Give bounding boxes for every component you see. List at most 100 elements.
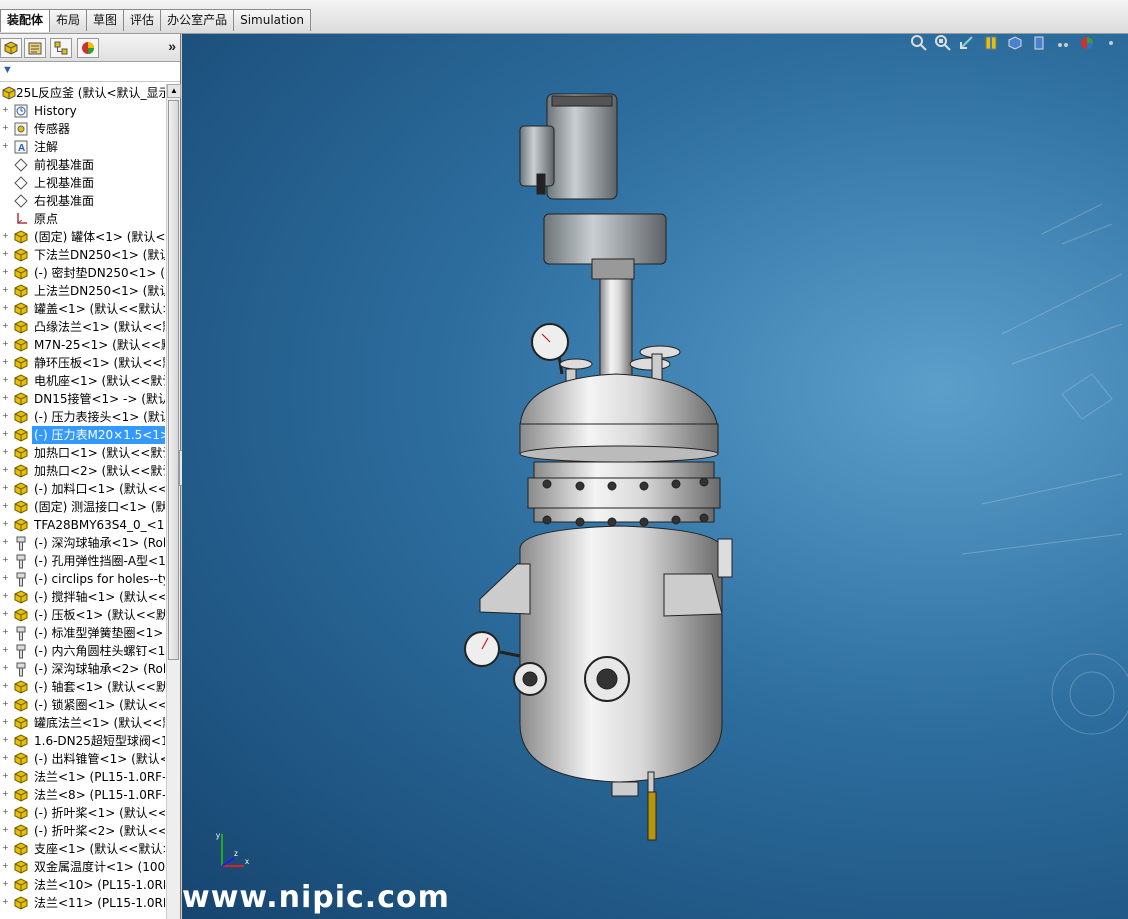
tree-item[interactable]: + 电机座<1> (默认<<默认 <box>0 372 165 390</box>
expand-toggle[interactable]: + <box>2 232 9 240</box>
expand-toggle[interactable]: + <box>2 538 9 546</box>
tree-item[interactable]: + (-) 折叶桨<2> (默认<<默 <box>0 822 165 840</box>
tree-item[interactable]: + A 注解 <box>0 138 165 156</box>
expand-toggle[interactable]: + <box>2 646 9 654</box>
scroll-up-button[interactable]: ▲ <box>167 84 181 98</box>
expand-toggle[interactable]: + <box>2 628 9 636</box>
tree-item[interactable]: 右视基准面 <box>0 192 165 210</box>
tree-item[interactable]: + (-) 搅拌轴<1> (默认<<默 <box>0 588 165 606</box>
tree-item[interactable]: + 罐盖<1> (默认<<默认> <box>0 300 165 318</box>
tree-item[interactable]: + 法兰<1> (PL15-1.0RF- <box>0 768 165 786</box>
reactor-model[interactable] <box>182 34 1128 919</box>
tree-item[interactable]: + (-) 压力表接头<1> (默认 <box>0 408 165 426</box>
feature-tree-tab[interactable] <box>0 38 22 58</box>
tree-item[interactable]: + (-) 深沟球轴承<2> (Roll <box>0 660 165 678</box>
tree-item[interactable]: 前视基准面 <box>0 156 165 174</box>
expand-toggle[interactable]: + <box>2 484 9 492</box>
expand-toggle[interactable]: + <box>2 556 9 564</box>
tree-item[interactable]: + 静环压板<1> (默认<<默 <box>0 354 165 372</box>
tab-2[interactable]: 草图 <box>86 9 125 31</box>
property-manager-tab[interactable] <box>24 38 46 58</box>
tree-item[interactable]: + (固定) 罐体<1> (默认<< <box>0 228 165 246</box>
tree-item[interactable]: + (-) 出料锥管<1> (默认< <box>0 750 165 768</box>
expand-toggle[interactable]: + <box>2 682 9 690</box>
panel-expand-button[interactable]: » <box>168 38 176 54</box>
expand-toggle[interactable]: + <box>2 772 9 780</box>
expand-toggle[interactable]: + <box>2 880 9 888</box>
tree-item[interactable]: + (-) 折叶桨<1> (默认<<默 <box>0 804 165 822</box>
tree-item[interactable]: + (-) 压板<1> (默认<<默认 <box>0 606 165 624</box>
tree-item[interactable]: + 法兰<11> (PL15-1.0RF- <box>0 894 165 912</box>
tree-item[interactable]: + (-) 加料口<1> (默认<<默 <box>0 480 165 498</box>
expand-toggle[interactable]: + <box>2 790 9 798</box>
tree-item[interactable]: + M7N-25<1> (默认<<默 <box>0 336 165 354</box>
expand-toggle[interactable]: + <box>2 304 9 312</box>
expand-toggle[interactable]: + <box>2 808 9 816</box>
tree-item[interactable]: +1.6-DN25超短型球阀<1 <box>0 732 165 750</box>
tree-item[interactable]: + (-) 标准型弹簧垫圈<1> <box>0 624 165 642</box>
tree-item[interactable]: + 法兰<8> (PL15-1.0RF- <box>0 786 165 804</box>
tree-item[interactable]: + (-) 压力表M20×1.5<1> <box>0 426 165 444</box>
tree-item[interactable]: + 下法兰DN250<1> (默认 <box>0 246 165 264</box>
scroll-thumb[interactable] <box>168 100 179 660</box>
expand-toggle[interactable]: + <box>2 376 9 384</box>
tab-4[interactable]: 办公室产品 <box>160 9 235 31</box>
tree-item[interactable]: + (-) 密封垫DN250<1> (默 <box>0 264 165 282</box>
tree-item[interactable]: + 上法兰DN250<1> (默认 <box>0 282 165 300</box>
tree-item[interactable]: + DN15接管<1> -> (默认 <box>0 390 165 408</box>
tree-item[interactable]: + (-) 轴套<1> (默认<<默认 <box>0 678 165 696</box>
expand-toggle[interactable]: + <box>2 358 9 366</box>
tree-scrollbar[interactable]: ▲ <box>166 84 181 919</box>
tree-item[interactable]: + 双金属温度计<1> (100< <box>0 858 165 876</box>
expand-toggle[interactable]: + <box>2 286 9 294</box>
expand-toggle[interactable]: + <box>2 826 9 834</box>
expand-toggle[interactable]: + <box>2 124 9 132</box>
tree-item[interactable]: 上视基准面 <box>0 174 165 192</box>
tree-item[interactable]: + 加热口<2> (默认<<默认 <box>0 462 165 480</box>
configuration-manager-tab[interactable] <box>50 38 72 58</box>
expand-toggle[interactable]: + <box>2 394 9 402</box>
graphics-viewport[interactable]: y x z www.nipic.com <box>182 34 1128 919</box>
tree-item[interactable]: + 凸缘法兰<1> (默认<<默 <box>0 318 165 336</box>
expand-toggle[interactable]: + <box>2 574 9 582</box>
expand-toggle[interactable]: + <box>2 520 9 528</box>
expand-toggle[interactable]: + <box>2 700 9 708</box>
tab-5[interactable]: Simulation <box>233 9 311 31</box>
expand-toggle[interactable]: + <box>2 250 9 258</box>
expand-toggle[interactable]: + <box>2 664 9 672</box>
tab-0[interactable]: 装配体 <box>0 9 51 32</box>
expand-toggle[interactable]: + <box>2 592 9 600</box>
tree-item[interactable]: + History <box>0 102 165 120</box>
tree-item[interactable]: + (-) 深沟球轴承<1> (Roll <box>0 534 165 552</box>
tree-root[interactable]: 25L反应釜 (默认<默认_显示 <box>0 84 165 102</box>
expand-toggle[interactable]: + <box>2 340 9 348</box>
expand-toggle[interactable]: + <box>2 736 9 744</box>
expand-toggle[interactable]: + <box>2 106 9 114</box>
expand-toggle[interactable]: + <box>2 844 9 852</box>
tab-1[interactable]: 布局 <box>49 9 88 31</box>
tree-item[interactable]: + 加热口<1> (默认<<默认 <box>0 444 165 462</box>
expand-toggle[interactable]: + <box>2 430 9 438</box>
tree-item[interactable]: + (固定) 测温接口<1> (默认 <box>0 498 165 516</box>
expand-toggle[interactable]: + <box>2 502 9 510</box>
expand-toggle[interactable]: + <box>2 268 9 276</box>
tree-item[interactable]: + (-) 内六角圆柱头螺钉<1 <box>0 642 165 660</box>
filter-icon[interactable]: ▼ <box>2 64 13 76</box>
expand-toggle[interactable]: + <box>2 142 9 150</box>
expand-toggle[interactable]: + <box>2 754 9 762</box>
tree-item[interactable]: 原点 <box>0 210 165 228</box>
tree-item[interactable]: + 传感器 <box>0 120 165 138</box>
tree-item[interactable]: + 罐底法兰<1> (默认<<默 <box>0 714 165 732</box>
expand-toggle[interactable]: + <box>2 610 9 618</box>
expand-toggle[interactable]: + <box>2 322 9 330</box>
tree-filter[interactable]: ▼ <box>0 62 180 82</box>
tree-item[interactable]: + (-) circlips for holes--ty <box>0 570 165 588</box>
expand-toggle[interactable]: + <box>2 862 9 870</box>
expand-toggle[interactable]: + <box>2 466 9 474</box>
expand-toggle[interactable]: + <box>2 412 9 420</box>
expand-toggle[interactable]: + <box>2 448 9 456</box>
expand-toggle[interactable]: + <box>2 898 9 906</box>
tree-item[interactable]: + 支座<1> (默认<<默认> <box>0 840 165 858</box>
tree-item[interactable]: + TFA28BMY63S4_0_<1> <box>0 516 165 534</box>
tree-item[interactable]: + (-) 锁紧圈<1> (默认<<默 <box>0 696 165 714</box>
